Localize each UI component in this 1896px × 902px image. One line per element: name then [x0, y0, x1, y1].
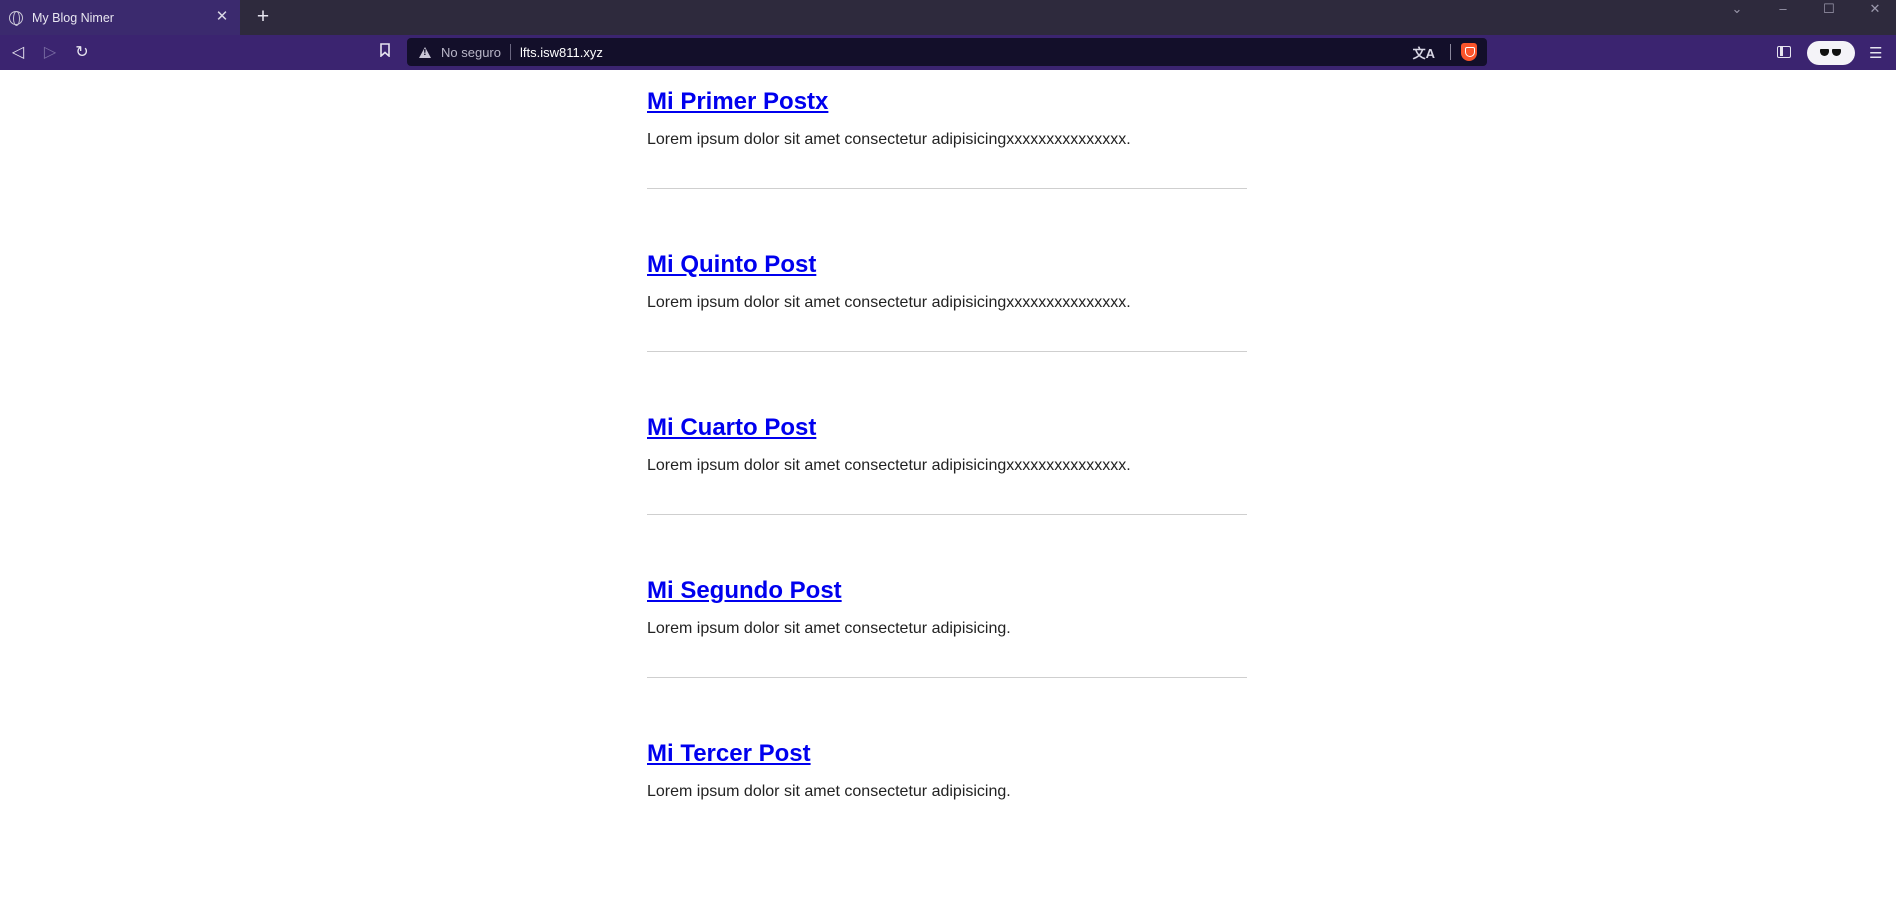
blog-post-list: Mi Primer Postx Lorem ipsum dolor sit am…	[647, 70, 1247, 802]
tab-search-chevron-icon[interactable]: ⌄	[1722, 0, 1752, 18]
minimize-button[interactable]: –	[1768, 0, 1798, 18]
post-divider	[647, 677, 1247, 678]
post-excerpt: Lorem ipsum dolor sit amet consectetur a…	[647, 131, 1131, 148]
bookmark-button[interactable]	[373, 41, 397, 65]
private-mode-button[interactable]	[1807, 41, 1855, 65]
translate-icon[interactable]: 文A	[1413, 43, 1435, 62]
post-item: Mi Tercer Post Lorem ipsum dolor sit ame…	[647, 722, 1247, 802]
globe-icon	[9, 10, 23, 26]
reload-button[interactable]: ↻	[70, 41, 94, 65]
incognito-glasses-icon	[1820, 49, 1842, 57]
post-title-link[interactable]: Mi Primer Postx	[647, 70, 1247, 116]
url-text[interactable]: lfts.isw811.xyz	[520, 45, 603, 60]
new-tab-button[interactable]: +	[252, 6, 274, 28]
post-divider	[647, 514, 1247, 515]
post-title-link[interactable]: Mi Cuarto Post	[647, 396, 1247, 442]
browser-tab[interactable]: My Blog Nimer ✕	[0, 0, 240, 35]
maximize-button[interactable]: ☐	[1814, 0, 1844, 18]
post-title-link[interactable]: Mi Segundo Post	[647, 559, 1247, 605]
warning-icon	[419, 46, 431, 58]
post-title-link[interactable]: Mi Tercer Post	[647, 722, 1247, 768]
brave-shields-icon[interactable]	[1461, 43, 1477, 61]
post-item: Mi Segundo Post Lorem ipsum dolor sit am…	[647, 559, 1247, 678]
sidebar-toggle-icon[interactable]	[1777, 46, 1791, 58]
post-excerpt: Lorem ipsum dolor sit amet consectetur a…	[647, 294, 1131, 311]
browser-toolbar: ◁ ▷ ↻ No seguro lfts.isw811.xyz 文A ☰	[0, 35, 1896, 70]
omnibox-divider-2	[1450, 44, 1451, 60]
post-excerpt: Lorem ipsum dolor sit amet consectetur a…	[647, 620, 1011, 637]
address-bar[interactable]: No seguro lfts.isw811.xyz 文A	[407, 38, 1487, 66]
bookmark-icon	[380, 43, 390, 58]
post-divider	[647, 351, 1247, 352]
post-title-link[interactable]: Mi Quinto Post	[647, 233, 1247, 279]
tab-title: My Blog Nimer	[32, 10, 114, 25]
window-close-button[interactable]: ✕	[1860, 0, 1890, 18]
tab-strip: My Blog Nimer ✕ + ⌄ – ☐ ✕	[0, 0, 1896, 35]
post-item: Mi Cuarto Post Lorem ipsum dolor sit ame…	[647, 396, 1247, 515]
post-excerpt: Lorem ipsum dolor sit amet consectetur a…	[647, 783, 1011, 800]
post-excerpt: Lorem ipsum dolor sit amet consectetur a…	[647, 457, 1131, 474]
post-item: Mi Primer Postx Lorem ipsum dolor sit am…	[647, 70, 1247, 189]
omnibox-divider	[509, 44, 511, 60]
post-divider	[647, 188, 1247, 189]
security-status[interactable]: No seguro	[441, 45, 501, 60]
menu-icon[interactable]: ☰	[1869, 44, 1882, 62]
post-item: Mi Quinto Post Lorem ipsum dolor sit ame…	[647, 233, 1247, 352]
back-button[interactable]: ◁	[6, 41, 30, 65]
tab-close-button[interactable]: ✕	[214, 9, 230, 25]
forward-button[interactable]: ▷	[38, 41, 62, 65]
